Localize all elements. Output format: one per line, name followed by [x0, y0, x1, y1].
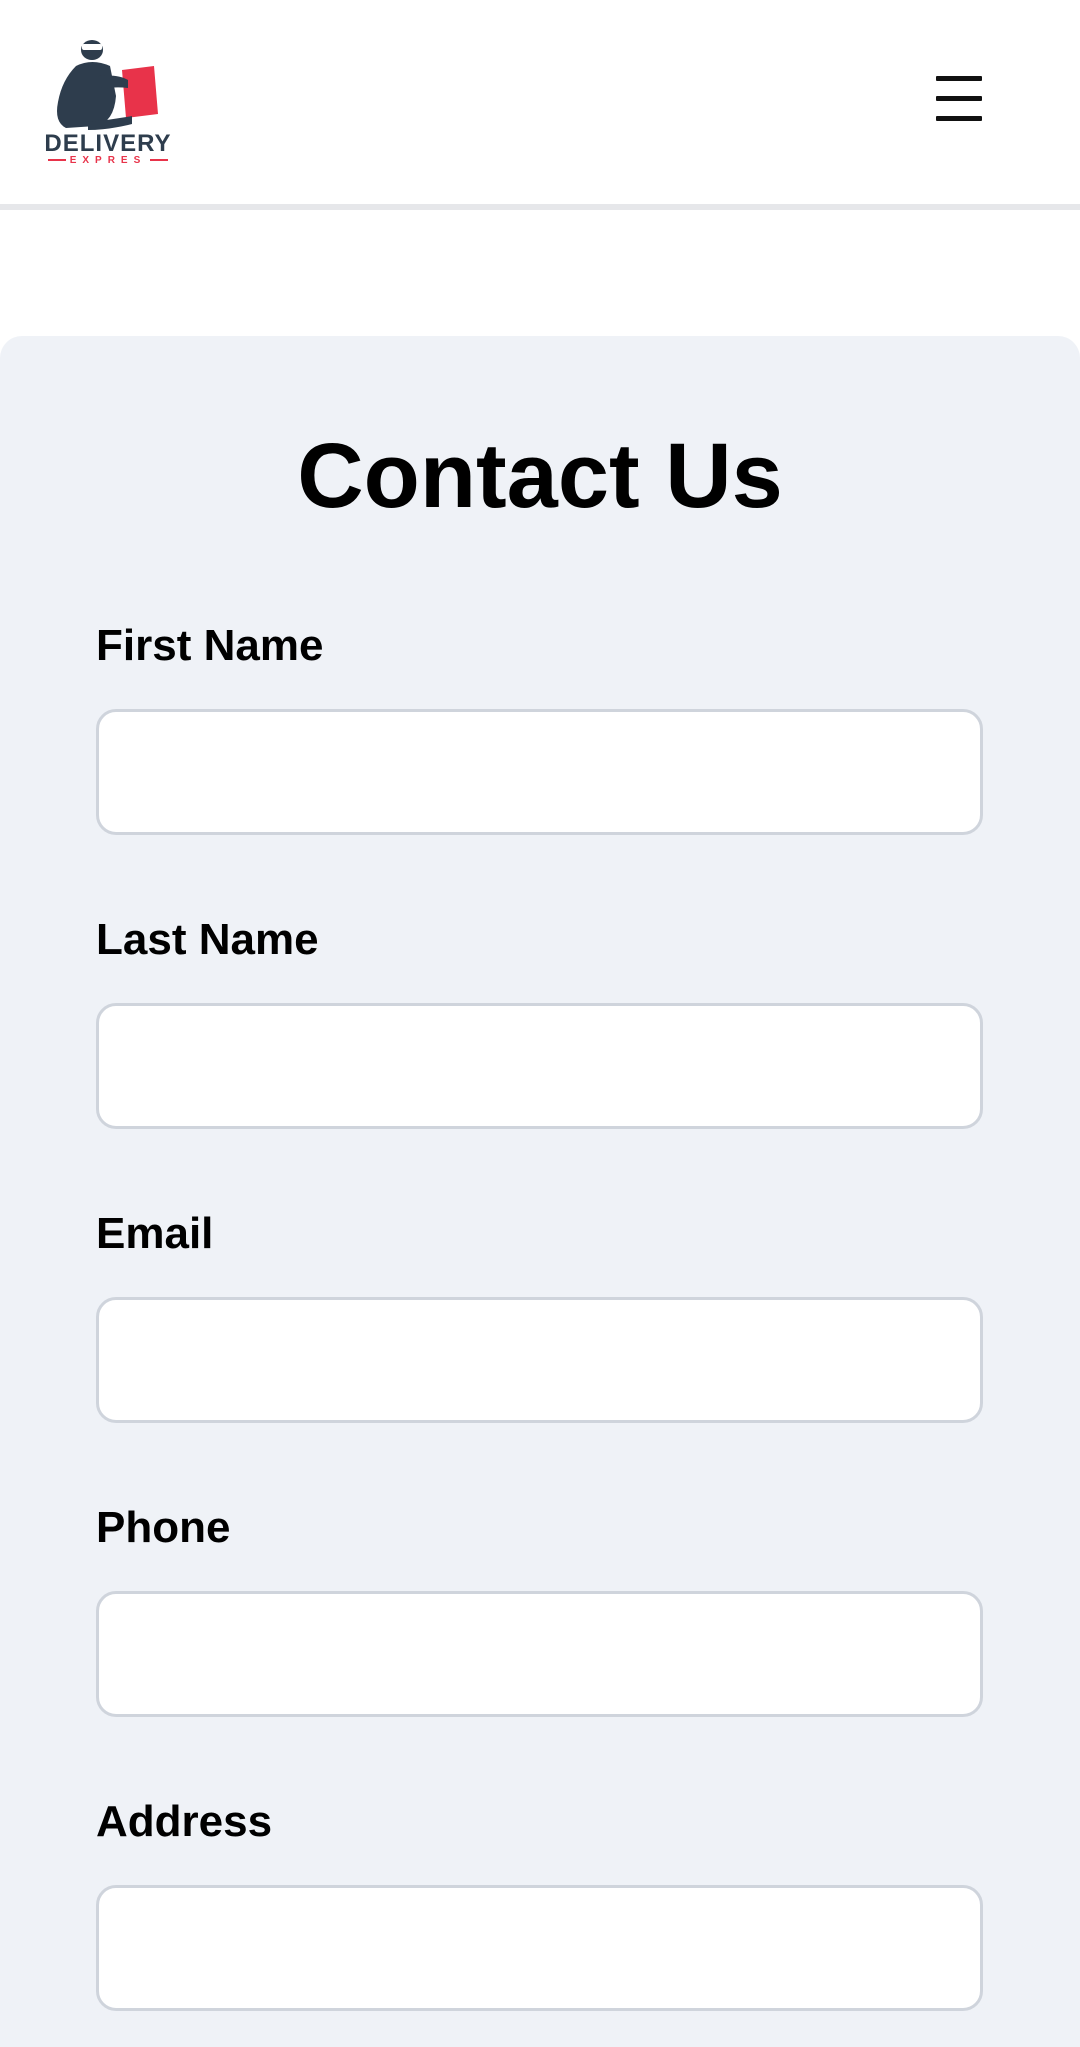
courier-mascot-icon	[57, 40, 158, 130]
phone-label: Phone	[96, 1503, 231, 1552]
logo-wordmark: DELIVERY	[44, 130, 172, 157]
delivery-express-logo[interactable]: DELIVERY EXPRES	[36, 36, 180, 170]
page-title: Contact Us	[297, 425, 783, 527]
first-name-label: First Name	[96, 621, 324, 670]
last-name-field[interactable]	[96, 1003, 983, 1129]
hamburger-menu-icon[interactable]	[930, 70, 990, 128]
last-name-label: Last Name	[96, 915, 319, 964]
first-name-field[interactable]	[96, 709, 983, 835]
email-field[interactable]	[96, 1297, 983, 1423]
site-header: DELIVERY EXPRES	[0, 0, 1080, 210]
address-label: Address	[96, 1797, 273, 1846]
contact-form-card	[0, 336, 1080, 2047]
logo-subtitle: EXPRES	[36, 156, 180, 166]
phone-field[interactable]	[96, 1591, 983, 1717]
email-label: Email	[96, 1209, 214, 1258]
address-field[interactable]	[96, 1885, 983, 2011]
